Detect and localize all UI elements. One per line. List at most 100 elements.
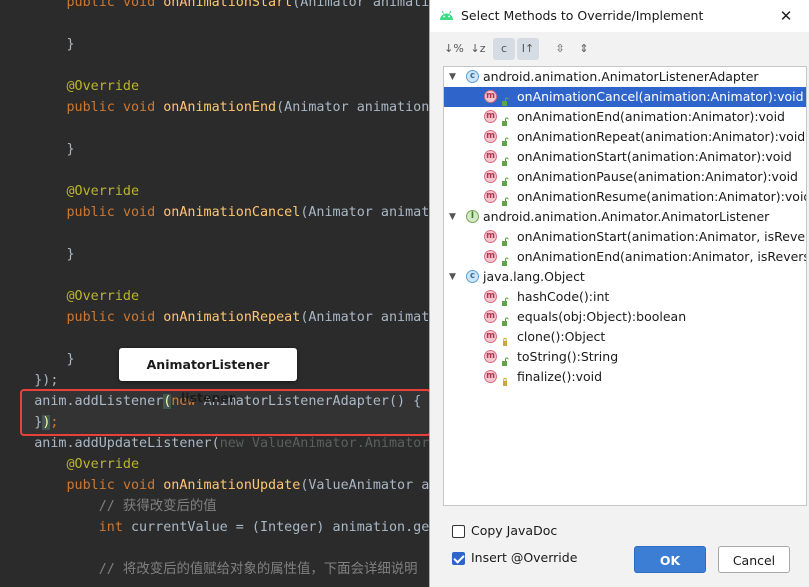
code-token: public	[66, 478, 123, 493]
code-token: onAnimationStart	[163, 0, 293, 10]
public-lock-icon	[501, 112, 509, 126]
public-lock-icon	[501, 292, 509, 306]
copy-javadoc-label: Copy JavaDoc	[471, 523, 558, 538]
method-icon: m	[484, 250, 497, 263]
method-row[interactable]: m onAnimationEnd(animation:Animator):void	[444, 107, 806, 127]
public-lock-icon	[501, 192, 509, 206]
code-line: }	[2, 349, 75, 370]
method-label: equals(obj:Object):boolean	[517, 309, 687, 324]
collapse-all-button[interactable]: ⇕	[573, 38, 595, 60]
method-row[interactable]: m clone():Object	[444, 327, 806, 347]
method-label: onAnimationEnd(animation:Animator, isRev…	[517, 249, 807, 264]
code-token: currentValue = (Integer) animation.get	[131, 520, 438, 535]
code-token: onAnimationUpdate	[163, 478, 301, 493]
tree-group-row[interactable]: ▼ Iandroid.animation.Animator.AnimatorLis…	[444, 207, 806, 227]
insert-override-checkbox[interactable]	[452, 552, 465, 565]
code-line: anim.addUpdateListener(new ValueAnimator…	[2, 433, 437, 454]
tree-group-label: java.lang.Object	[483, 269, 585, 284]
code-token: @Override	[66, 289, 140, 304]
protected-lock-icon	[501, 372, 509, 386]
sort-alpha-button[interactable]: ↓%	[443, 38, 465, 60]
code-token: }	[66, 352, 75, 367]
code-token: public	[66, 0, 123, 10]
public-lock-icon	[501, 172, 509, 186]
method-icon: m	[484, 290, 497, 303]
dialog-title: Select Methods to Override/Implement	[461, 8, 704, 23]
expand-arrow-icon[interactable]: ▼	[449, 67, 456, 87]
cancel-button[interactable]: Cancel	[718, 546, 790, 573]
method-row[interactable]: m onAnimationRepeat(animation:Animator):v…	[444, 127, 806, 147]
code-token: // 获得改变后的值	[98, 499, 217, 514]
method-icon: m	[484, 310, 497, 323]
method-row[interactable]: m onAnimationStart(animation:Animator):vo…	[444, 147, 806, 167]
method-icon: m	[484, 350, 497, 363]
method-icon: m	[484, 170, 497, 183]
code-token: }	[66, 37, 75, 52]
method-label: onAnimationRepeat(animation:Animator):vo…	[517, 129, 806, 144]
tree-group-label: android.animation.Animator.AnimatorListe…	[483, 209, 770, 224]
tree-group-row[interactable]: ▼ c android.animation.AnimatorListenerAdap…	[444, 67, 806, 87]
code-line: }	[2, 34, 75, 55]
method-row[interactable]: m onAnimationPause(animation:Animator):vo…	[444, 167, 806, 187]
method-row[interactable]: m onAnimationCancel(animation:Animator):v…	[444, 87, 806, 107]
method-row[interactable]: m onAnimationResume(animation:Animator):v…	[444, 187, 806, 207]
method-icon: m	[484, 110, 497, 123]
method-icon: m	[484, 190, 497, 203]
sort-visibility-button[interactable]: ↓z	[467, 38, 489, 60]
public-lock-icon	[501, 152, 509, 166]
code-token: void	[122, 0, 164, 10]
parameter-hint-tooltip: AnimatorListener listener	[119, 348, 297, 405]
method-row[interactable]: m onAnimationStart(animation:Animator, is…	[444, 227, 806, 247]
method-label: hashCode():int	[517, 289, 610, 304]
expand-all-button[interactable]: ⇳	[549, 38, 571, 60]
code-line: @Override	[2, 181, 140, 202]
method-label: finalize():void	[517, 369, 603, 384]
code-line: @Override	[2, 76, 140, 97]
method-row[interactable]: m equals(obj:Object):boolean	[444, 307, 806, 327]
method-label: onAnimationPause(animation:Animator):voi…	[517, 169, 798, 184]
methods-tree[interactable]: ▼ c android.animation.AnimatorListenerAdap…	[443, 66, 807, 506]
method-row[interactable]: m toString():String	[444, 347, 806, 367]
method-label: onAnimationStart(animation:Animator, isR…	[517, 229, 807, 244]
show-interfaces-button[interactable]: I↑	[517, 38, 539, 60]
tree-group-row[interactable]: ▼ c java.lang.Object	[444, 267, 806, 287]
method-label: clone():Object	[517, 329, 606, 344]
code-token: void	[122, 310, 164, 325]
public-lock-icon	[501, 312, 509, 326]
expand-arrow-icon[interactable]: ▼	[449, 207, 456, 227]
method-label: toString():String	[517, 349, 619, 364]
method-row[interactable]: m finalize():void	[444, 367, 806, 387]
show-classes-button[interactable]: c	[493, 38, 515, 60]
code-line: public void onAnimationRepeat(Animator a…	[2, 307, 438, 328]
code-line: }	[2, 139, 75, 160]
method-icon: m	[484, 130, 497, 143]
copy-javadoc-checkbox[interactable]	[452, 525, 465, 538]
code-line: // 将改变后的值赋给对象的属性值，下面会详细说明	[2, 559, 418, 580]
tree-group-label: android.animation.AnimatorListenerAdapte…	[483, 69, 759, 84]
public-lock-icon	[501, 232, 509, 246]
code-token: public	[66, 205, 123, 220]
code-token: void	[122, 100, 164, 115]
close-icon[interactable]: ✕	[766, 0, 806, 32]
code-line: });	[2, 370, 58, 391]
code-line: @Override	[2, 286, 140, 307]
code-token: // 将改变后的值赋给对象的属性值，下面会详细说明	[98, 562, 418, 577]
code-token: anim.addUpdateListener(	[34, 436, 220, 451]
code-token: (Animator animation) {	[276, 100, 454, 115]
ok-button[interactable]: OK	[634, 546, 706, 573]
code-line: @Override	[2, 454, 140, 475]
code-token: void	[122, 478, 164, 493]
public-lock-icon	[501, 132, 509, 146]
method-row[interactable]: m hashCode():int	[444, 287, 806, 307]
method-label: onAnimationCancel(animation:Animator):vo…	[517, 89, 804, 104]
insert-override-label: Insert @Override	[471, 550, 578, 565]
method-icon: m	[484, 370, 497, 383]
method-icon: m	[484, 150, 497, 163]
expand-arrow-icon[interactable]: ▼	[449, 267, 456, 287]
class-icon: c	[466, 70, 479, 83]
code-token: });	[34, 373, 59, 388]
dialog-titlebar: Select Methods to Override/Implement ✕	[430, 0, 809, 32]
method-row[interactable]: m onAnimationEnd(animation:Animator, isRe…	[444, 247, 806, 267]
code-token: (ValueAnimator ani	[300, 478, 446, 493]
code-line: }	[2, 244, 75, 265]
